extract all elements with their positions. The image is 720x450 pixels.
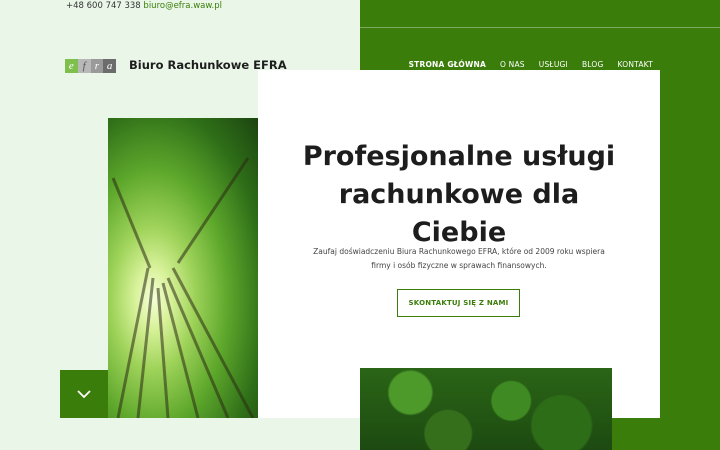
chevron-down-icon <box>77 389 91 398</box>
scroll-down-button[interactable] <box>60 370 108 418</box>
forest-aerial-image <box>360 368 612 450</box>
nav-item-contact[interactable]: KONTAKT <box>618 60 653 69</box>
hero-title: Profesjonalne usługi rachunkowe dla Cieb… <box>302 141 616 248</box>
forest-canopy-image <box>108 118 258 418</box>
contact-us-button[interactable]: SKONTAKTUJ SIĘ Z NAMI <box>397 289 520 317</box>
hero-description: Zaufaj doświadczeniu Biura Rachunkowego … <box>313 247 605 270</box>
phone-number[interactable]: +48 600 747 338 <box>66 1 141 11</box>
logo-letter: e <box>65 59 78 73</box>
forest-trunks <box>111 157 255 418</box>
nav-item-blog[interactable]: BLOG <box>582 60 604 69</box>
nav-item-about[interactable]: O NAS <box>500 60 525 69</box>
logo-letter: a <box>103 59 116 73</box>
hero-card: Profesjonalne usługi rachunkowe dla Cieb… <box>258 70 660 418</box>
main-nav: STRONA GŁÓWNA O NAS USŁUGI BLOG KONTAKT <box>409 60 653 69</box>
email-link[interactable]: biuro@efra.waw.pl <box>143 1 222 11</box>
logo[interactable]: e f r a <box>65 59 116 73</box>
logo-letter: r <box>90 59 104 73</box>
header-divider <box>360 27 720 28</box>
nav-item-services[interactable]: USŁUGI <box>539 60 568 69</box>
logo-letter: f <box>77 59 91 73</box>
contact-bar: +48 600 747 338 biuro@efra.waw.pl <box>66 1 222 11</box>
nav-item-home[interactable]: STRONA GŁÓWNA <box>409 60 486 69</box>
